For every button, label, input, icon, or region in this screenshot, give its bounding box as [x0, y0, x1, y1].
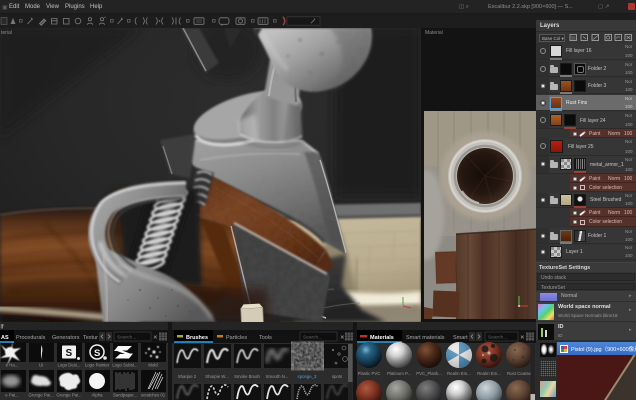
svg-text:✕: ✕ [340, 335, 345, 341]
svg-text:sponge_3: sponge_3 [298, 374, 317, 379]
svg-text:Search...: Search... [488, 335, 507, 341]
svg-text:S: S [66, 348, 73, 359]
svg-text:Sharpie 2: Sharpie 2 [178, 374, 197, 379]
svg-text:Realm Em...: Realm Em... [447, 371, 471, 376]
svg-text:Textur: Textur [83, 335, 98, 341]
svg-text:✕: ✕ [153, 335, 158, 341]
svg-text:Sharpie W...: Sharpie W... [205, 374, 228, 379]
svg-text:PVC_Plank...: PVC_Plank... [416, 371, 442, 376]
svg-text:Smart materials: Smart materials [406, 335, 445, 341]
svg-text:Search...: Search... [117, 335, 136, 341]
svg-text:Tools: Tools [259, 335, 272, 341]
svg-text:Rust Coarse: Rust Coarse [507, 371, 531, 376]
svg-text:Generators: Generators [52, 335, 80, 341]
svg-text:Smooth N...: Smooth N... [266, 374, 289, 379]
svg-text:Mold: Mold [148, 363, 158, 368]
svg-text:Platinum P...: Platinum P... [387, 371, 411, 376]
svg-text:Logo Painter: Logo Painter [85, 363, 110, 368]
svg-text:Grunge Pai...: Grunge Pai... [28, 393, 53, 398]
svg-text:Ui: Ui [39, 363, 43, 368]
svg-text:scratches 01: scratches 01 [141, 393, 166, 398]
svg-text:Logo Desi...: Logo Desi... [58, 363, 81, 368]
svg-text:Realm Em...: Realm Em... [477, 371, 501, 376]
svg-text:Particles: Particles [226, 335, 247, 341]
svg-text:Alpha: Alpha [92, 393, 104, 398]
svg-text:AS: AS [1, 335, 9, 341]
svg-text:e Pai...: e Pai... [5, 393, 18, 398]
svg-text:Sandpaper...: Sandpaper... [113, 393, 137, 398]
svg-text:e Ha...: e Ha... [6, 363, 19, 368]
svg-text:Smoke Brush: Smoke Brush [234, 374, 260, 379]
svg-text:Logo Subst...: Logo Subst... [112, 363, 137, 368]
svg-text:Brushes: Brushes [186, 335, 208, 341]
svg-text:Materials: Materials [370, 335, 394, 341]
svg-text:Procedurals: Procedurals [16, 335, 46, 341]
svg-text:Grunge Pai...: Grunge Pai... [56, 393, 81, 398]
svg-text:S: S [94, 348, 100, 359]
svg-text:Search...: Search... [303, 335, 322, 341]
svg-text:✕: ✕ [520, 335, 525, 341]
svg-text:spots: spots [332, 374, 342, 379]
svg-text:Plastic PVC: Plastic PVC [358, 371, 381, 376]
svg-text:lf: lf [1, 325, 4, 331]
